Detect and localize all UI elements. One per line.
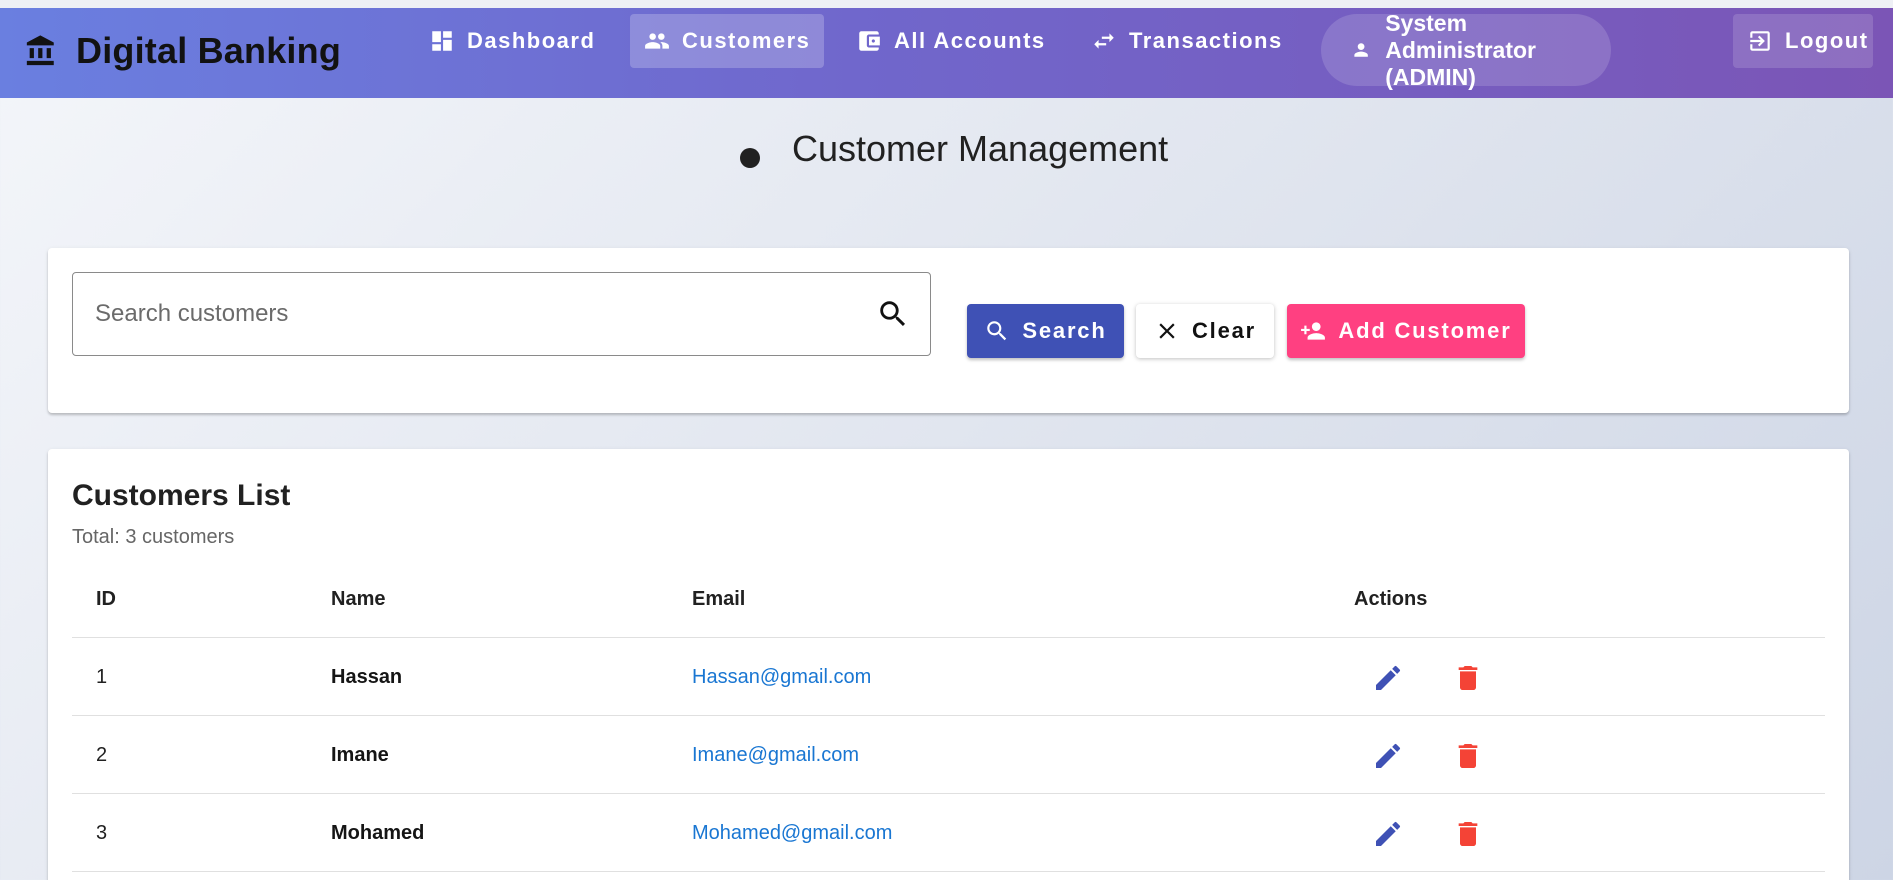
search-button[interactable]: Search	[967, 304, 1124, 358]
table-row: 1 Hassan Hassan@gmail.com	[72, 638, 1825, 716]
nav-dashboard[interactable]: Dashboard	[415, 14, 609, 68]
edit-icon	[1376, 821, 1401, 846]
search-icon	[987, 321, 1007, 341]
list-title: Customers List	[72, 479, 291, 512]
trash-icon	[1458, 666, 1478, 690]
cell-email[interactable]: Mohamed@gmail.com	[692, 794, 892, 872]
page-title: Customer Management	[740, 128, 1168, 170]
clear-button[interactable]: Clear	[1136, 304, 1274, 358]
cell-id: 2	[96, 744, 108, 766]
add-customer-label: Add Customer	[1338, 318, 1512, 343]
swap-icon	[1094, 33, 1114, 49]
bank-icon	[26, 35, 54, 66]
edit-button[interactable]	[1372, 740, 1404, 772]
title-bullet-icon	[740, 148, 760, 168]
table-row: 2 Imane Imane@gmail.com	[72, 716, 1825, 794]
user-label: System Administrator (ADMIN)	[1385, 9, 1536, 90]
nav-customers-label: Customers	[682, 28, 811, 53]
delete-button[interactable]	[1452, 740, 1484, 772]
clear-button-label: Clear	[1191, 318, 1257, 343]
nav-all-accounts[interactable]: All Accounts	[842, 14, 1060, 68]
people-icon	[645, 33, 669, 49]
cell-name: Hassan	[331, 666, 403, 688]
cell-id: 1	[96, 666, 108, 688]
table-header: ID Name Email Actions	[72, 561, 1825, 638]
wallet-icon	[859, 31, 880, 51]
search-card: Search Clear Add Customer	[48, 248, 1849, 413]
person-icon	[1354, 43, 1368, 57]
nav-customers[interactable]: Customers	[630, 14, 825, 68]
trash-icon	[1458, 744, 1478, 768]
customers-table: ID Name Email Actions 1 Hassan Hassan@gm…	[72, 561, 1825, 872]
app-title: Digital Banking	[76, 30, 342, 71]
user-chip[interactable]: System Administrator (ADMIN)	[1321, 10, 1611, 90]
nav-transactions-label: Transactions	[1129, 28, 1283, 53]
cell-name: Mohamed	[331, 822, 425, 844]
table-row: 3 Mohamed Mohamed@gmail.com	[72, 794, 1825, 872]
dashboard-icon	[432, 31, 452, 51]
customers-list-card: Customers List Total: 3 customers ID Nam…	[48, 449, 1849, 880]
header-name[interactable]: Name	[331, 561, 385, 638]
search-icon[interactable]	[876, 297, 910, 331]
search-input[interactable]	[95, 300, 855, 328]
list-total: Total: 3 customers	[72, 526, 235, 548]
delete-button[interactable]	[1452, 818, 1484, 850]
edit-icon	[1376, 743, 1401, 768]
nav-all-accounts-label: All Accounts	[894, 28, 1046, 53]
header-email[interactable]: Email	[692, 561, 745, 638]
logout-button[interactable]: Logout	[1733, 14, 1873, 68]
nav-transactions[interactable]: Transactions	[1077, 14, 1297, 68]
search-button-label: Search	[1022, 318, 1107, 343]
nav-dashboard-label: Dashboard	[467, 28, 596, 53]
logout-label: Logout	[1785, 28, 1869, 53]
person-add-icon	[1301, 322, 1326, 340]
cell-name: Imane	[331, 744, 389, 766]
close-icon	[1159, 323, 1175, 339]
edit-icon	[1376, 665, 1401, 690]
window-top-strip	[0, 0, 1893, 8]
top-navbar: Digital Banking Dashboard Customers All …	[0, 8, 1893, 98]
edit-button[interactable]	[1372, 662, 1404, 694]
brand[interactable]: Digital Banking	[24, 30, 341, 72]
add-customer-button[interactable]: Add Customer	[1287, 304, 1525, 358]
cell-email[interactable]: Imane@gmail.com	[692, 716, 859, 794]
logout-icon	[1750, 31, 1770, 51]
search-field[interactable]	[72, 272, 931, 356]
cell-email[interactable]: Hassan@gmail.com	[692, 638, 871, 716]
header-id[interactable]: ID	[96, 561, 116, 638]
header-actions: Actions	[1354, 588, 1428, 610]
delete-button[interactable]	[1452, 662, 1484, 694]
cell-id: 3	[96, 822, 108, 844]
edit-button[interactable]	[1372, 818, 1404, 850]
trash-icon	[1458, 822, 1478, 846]
page-title-text: Customer Management	[792, 128, 1169, 169]
